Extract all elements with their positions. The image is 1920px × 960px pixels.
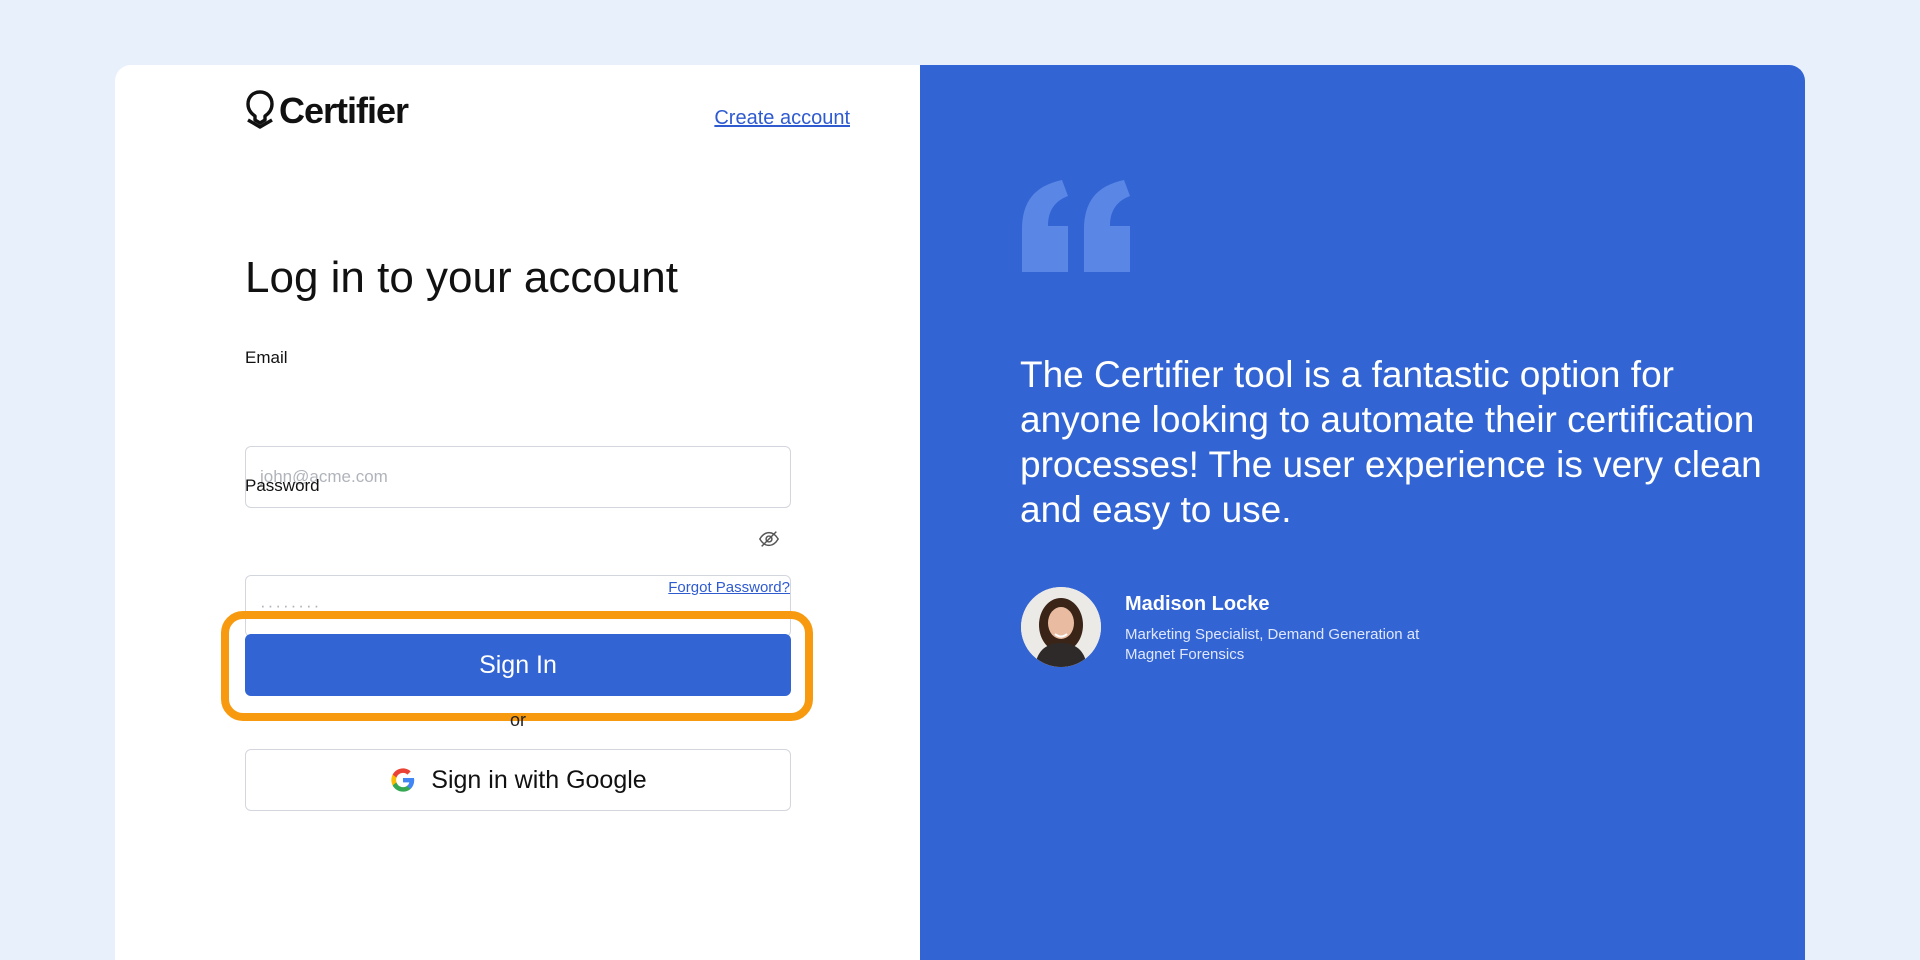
email-input[interactable]: [245, 446, 791, 508]
avatar: [1021, 587, 1101, 667]
testimonial-panel: The Certifier tool is a fantastic option…: [920, 65, 1805, 960]
sign-in-button[interactable]: Sign In: [245, 634, 791, 696]
eye-off-icon[interactable]: [758, 528, 780, 550]
create-account-link[interactable]: Create account: [714, 107, 850, 130]
testimonial-quote: The Certifier tool is a fantastic option…: [1020, 354, 1762, 530]
forgot-password-link[interactable]: Forgot Password?: [668, 579, 790, 596]
or-divider: or: [509, 710, 526, 730]
certifier-logo-icon: [246, 90, 274, 129]
email-label: Email: [245, 348, 288, 367]
author-role: Marketing Specialist, Demand Generation …: [1125, 626, 1420, 663]
author-name: Madison Locke: [1125, 593, 1270, 615]
brand-name: Certifier: [279, 90, 409, 131]
page-title: Log in to your account: [245, 253, 678, 302]
google-button-label: Sign in with Google: [431, 765, 647, 794]
password-label: Password: [245, 476, 320, 495]
brand-logo[interactable]: Certifier: [245, 89, 409, 133]
login-card: Certifier Create account Log in to your …: [115, 65, 1805, 960]
quote-mark-icon: [1022, 180, 1130, 272]
google-icon: [391, 768, 415, 792]
google-sign-in-button[interactable]: Sign in with Google: [245, 749, 791, 811]
login-panel: Certifier Create account Log in to your …: [115, 65, 920, 960]
